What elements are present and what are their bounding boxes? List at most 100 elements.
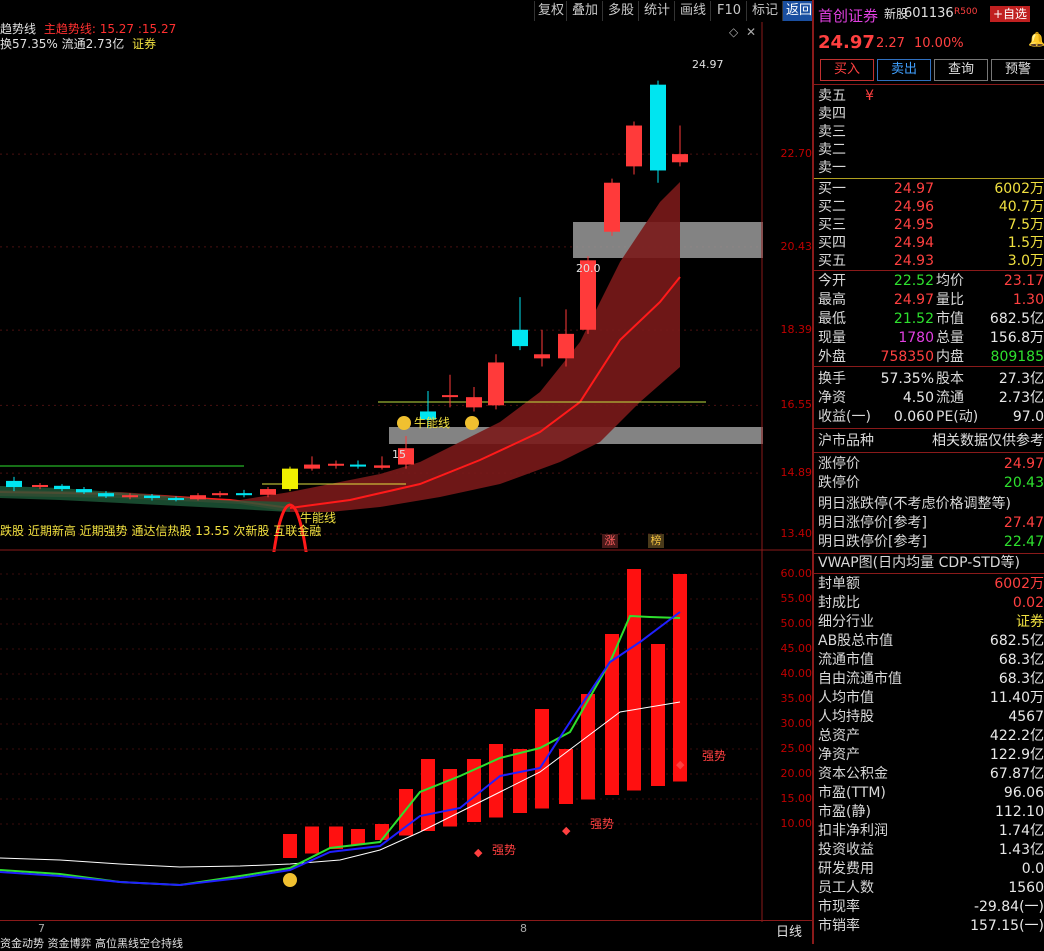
strength-tick: 20.00 <box>780 767 813 780</box>
vwap-row[interactable]: VWAP图(日内均量 CDP-STD等) <box>818 554 1044 573</box>
fund-row: 市销率 157.15(一) <box>818 917 1044 936</box>
strength-axis: 60.00 55.00 50.00 45.00 40.00 35.00 30.00 25.00… <box>764 552 813 922</box>
date-label-7: 7 <box>38 922 45 935</box>
tomorrow-down-row: 明日跌停价[参考] 22.47 <box>818 533 1044 552</box>
bid-price: 24.94 <box>893 235 934 251</box>
alert-button[interactable]: 预警 <box>991 59 1044 81</box>
price-tick: 20.43 <box>780 239 813 253</box>
bell-icon[interactable]: 🔔 <box>1028 32 1044 48</box>
candle-body <box>672 154 688 163</box>
fund-value: 682.5亿 <box>989 633 1044 649</box>
candle-body <box>650 84 666 171</box>
toolbar-button-0[interactable]: 复权 <box>534 1 567 21</box>
price-tick: 14.89 <box>780 466 813 480</box>
ask-row: 卖一 <box>818 159 1044 178</box>
ask-label: 卖三 <box>818 124 846 140</box>
strength-tick: 45.00 <box>780 642 813 655</box>
limit-down-row: 跌停价 20.43 <box>818 474 1044 493</box>
price-change-pct: 10.00% <box>914 36 964 51</box>
volume-bar <box>305 826 319 854</box>
separator <box>814 366 1044 367</box>
stat-value: 24.97 <box>893 292 934 308</box>
stat-value: 0.060 <box>893 409 934 425</box>
badge-list[interactable]: 榜 <box>648 534 664 548</box>
fund-row: 资本公积金 67.87亿 <box>818 765 1044 784</box>
candle-body <box>144 495 160 499</box>
candle-body <box>98 493 114 497</box>
fund-label: 资本公积金 <box>818 766 888 782</box>
toolbar-button-1[interactable]: 叠加 <box>566 1 603 21</box>
fund-label: 投资收益 <box>818 842 874 858</box>
candlestick-chart[interactable]: 牛能线 牛能线 24.97 20.0 15 <box>0 22 812 552</box>
fund-label: 市现率 <box>818 899 860 915</box>
toolbar-button-6[interactable]: 标记 <box>746 1 783 21</box>
toolbar-button-3[interactable]: 统计 <box>638 1 675 21</box>
fund-row: 员工人数 1560 <box>818 879 1044 898</box>
stat-value-2: 156.8万 <box>989 330 1044 346</box>
fund-label: 人均市值 <box>818 690 874 706</box>
bid-volume: 6002万 <box>994 181 1044 197</box>
ask-label: 卖一 <box>818 160 846 176</box>
candle-body <box>466 397 482 408</box>
bull-signal-icon-3 <box>283 873 297 887</box>
stat-label-2: 均价 <box>936 273 964 289</box>
bid-volume: 40.7万 <box>998 199 1044 215</box>
strength-tick: 30.00 <box>780 717 813 730</box>
candle-body <box>260 489 276 495</box>
strength-tick: 35.00 <box>780 692 813 705</box>
fund-value: -29.84(一) <box>973 899 1044 915</box>
price-change: 2.27 <box>876 36 905 51</box>
limit-up-value: 24.97 <box>1003 456 1044 472</box>
fund-value: 68.3亿 <box>998 671 1044 687</box>
fund-value: 0.02 <box>1012 595 1044 611</box>
price-tick: 22.70 <box>780 147 813 161</box>
indicator-tabs[interactable]: 资金动势 资金博弈 高位黑线空仓持线 <box>0 935 183 951</box>
fund-value: 证券 <box>1016 614 1044 630</box>
fund-value: 0.0 <box>1021 861 1044 877</box>
candle-body <box>534 354 550 359</box>
toolbar-button-2[interactable]: 多股 <box>602 1 639 21</box>
bull-signal-icon-2 <box>465 416 479 430</box>
candle-body <box>488 362 504 406</box>
toolbar-button-5[interactable]: F10 <box>710 1 747 21</box>
stat-value-2: 682.5亿 <box>989 311 1044 327</box>
volume-bar <box>283 834 297 858</box>
stat-label: 最高 <box>818 292 846 308</box>
candle-body <box>304 464 320 469</box>
stat-label: 现量 <box>818 330 846 346</box>
volume-bar <box>651 644 665 786</box>
price-axis: 22.70 20.43 18.39 16.55 14.89 13.40 <box>764 22 813 552</box>
stat-label-2: 市值 <box>936 311 964 327</box>
tomorrow-up-row: 明日涨停价[参考] 27.47 <box>818 514 1044 533</box>
toolbar-button-7[interactable]: 返回 <box>782 1 815 21</box>
ask-price: ¥ <box>865 88 874 104</box>
strength-tick: 55.00 <box>780 592 813 605</box>
sell-button[interactable]: 卖出 <box>877 59 931 81</box>
candle-body <box>282 468 298 490</box>
fund-value: 112.10 <box>995 804 1044 820</box>
stat-row: 最低 21.52 市值 682.5亿 <box>818 310 1044 329</box>
high-price-label: 24.97 <box>692 58 724 71</box>
fund-value: 96.06 <box>1003 785 1044 801</box>
bid-volume: 3.0万 <box>1007 253 1044 269</box>
concept-tags: 跌股 近期新高 近期强势 通达信热股 13.55 次新股 互联金融 <box>0 524 322 538</box>
period-selector[interactable]: 日线 <box>776 921 802 940</box>
query-button[interactable]: 查询 <box>934 59 988 81</box>
candle-body <box>558 333 574 359</box>
strong-icon-2: ◆ <box>562 824 571 837</box>
bid-row: 买四 24.94 1.5万 <box>818 234 1044 253</box>
fund-label: 总资产 <box>818 728 860 744</box>
r500-tag: R500 <box>954 7 978 17</box>
fund-value: 422.2亿 <box>989 728 1044 744</box>
toolbar-button-4[interactable]: 画线 <box>674 1 711 21</box>
stat-row: 现量 1780 总量 156.8万 <box>818 329 1044 348</box>
stat-label: 最低 <box>818 311 846 327</box>
volume-strength-chart[interactable]: ◆ 强势 ◆ 强势 ◆ 强势 <box>0 552 812 922</box>
badge-limit-up[interactable]: 涨 <box>602 534 618 548</box>
tomorrow-down-value: 22.47 <box>1003 534 1044 550</box>
strong-label-1-text: 强势 <box>492 843 516 857</box>
add-favorite-button[interactable]: +自选 <box>990 6 1030 22</box>
bid-price: 24.97 <box>893 181 934 197</box>
fund-row: AB股总市值 682.5亿 <box>818 632 1044 651</box>
buy-button[interactable]: 买入 <box>820 59 874 81</box>
